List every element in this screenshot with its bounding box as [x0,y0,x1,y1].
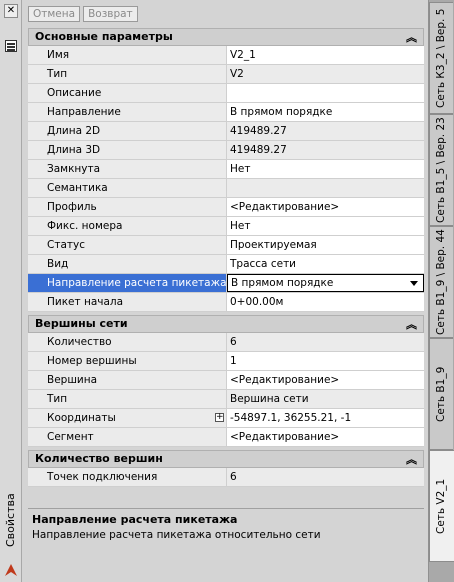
tab-network-b1-9-ver[interactable]: Сеть В1_9 \ Вер. 44 [429,226,453,338]
property-row-selected[interactable]: Направление расчета пикетажа В прямом по… [28,274,424,293]
property-row[interactable]: Имя V2_1 [28,46,424,65]
left-strip: ✕ Свойства [0,0,22,582]
property-value: 6 [227,333,424,351]
property-value[interactable]: Проектируемая [227,236,424,254]
property-row[interactable]: Статус Проектируемая [28,236,424,255]
property-row[interactable]: Длина 2D 419489.27 [28,122,424,141]
property-value[interactable]: <Редактирование> [227,371,424,389]
tab-network-b1-5[interactable]: Сеть В1_5 \ Вер. 23 [429,114,453,226]
section-header[interactable]: Вершины сети ︽ [28,315,424,333]
property-value[interactable]: 1 [227,352,424,370]
property-name: Длина 2D [28,122,227,140]
collapse-chevron-icon[interactable]: ︽ [406,317,417,333]
document-tabs: Сеть К3_2 \ Вер. 5 Сеть В1_5 \ Вер. 23 С… [429,0,454,582]
property-value[interactable]: 0+00.00м [227,293,424,311]
close-icon[interactable]: ✕ [4,4,18,18]
property-row[interactable]: Номер вершины 1 [28,352,424,371]
description-text: Направление расчета пикетажа относительн… [32,529,321,541]
property-name: Семантика [28,179,227,197]
property-name: Статус [28,236,227,254]
property-value[interactable]: Нет [227,160,424,178]
property-value: 419489.27 [227,141,424,159]
property-name: Направление [28,103,227,121]
property-row[interactable]: Тип V2 [28,65,424,84]
property-value: 419489.27 [227,122,424,140]
property-name: Имя [28,46,227,64]
property-name: Сегмент [28,428,227,446]
property-value[interactable] [227,84,424,102]
property-name: Вершина [28,371,227,389]
property-name-text: Координаты [47,412,116,424]
section-header[interactable]: Количество вершин ︽ [28,450,424,468]
section-network-vertices: Вершины сети ︽ Количество 6 Номер вершины… [28,315,424,447]
property-name: Описание [28,84,227,102]
property-name: Пикет начала [28,293,227,311]
property-row[interactable]: Тип Вершина сети [28,390,424,409]
property-row[interactable]: Вид Трасса сети [28,255,424,274]
property-name: Профиль [28,198,227,216]
description-title: Направление расчета пикетажа [32,513,238,526]
property-name: Количество [28,333,227,351]
property-name: Координаты + [28,409,227,427]
cancel-button[interactable]: Отмена [28,6,81,22]
property-row[interactable]: Семантика [28,179,424,198]
property-name: Фикс. номера [28,217,227,235]
property-row[interactable]: Фикс. номера Нет [28,217,424,236]
app-logo-icon [5,564,17,576]
property-name: Замкнута [28,160,227,178]
property-row[interactable]: Замкнута Нет [28,160,424,179]
property-name: Направление расчета пикетажа [28,274,227,292]
property-row[interactable]: Вершина <Редактирование> [28,371,424,390]
section-title: Количество вершин [35,452,163,465]
property-name: Длина 3D [28,141,227,159]
description-pane: Направление расчета пикетажа Направление… [28,508,424,576]
property-name: Тип [28,65,227,83]
tab-network-v2-1[interactable]: Сеть V2_1 [429,450,454,562]
back-button[interactable]: Возврат [83,6,138,22]
property-row[interactable]: Сегмент <Редактирование> [28,428,424,447]
property-row[interactable]: Точек подключения 6 [28,468,424,487]
section-header[interactable]: Основные параметры ︽ [28,28,424,46]
dropdown-value: В прямом порядке [231,277,334,289]
section-title: Основные параметры [35,30,173,43]
expand-plus-icon[interactable]: + [215,413,224,422]
property-name: Тип [28,390,227,408]
property-value[interactable]: Нет [227,217,424,235]
property-name: Номер вершины [28,352,227,370]
property-value: V2 [227,65,424,83]
property-name: Точек подключения [28,468,227,486]
section-main-params: Основные параметры ︽ Имя V2_1 Тип V2 Описа… [28,28,424,312]
property-row[interactable]: Длина 3D 419489.27 [28,141,424,160]
property-value[interactable]: -54897.1, 36255.21, -1 [227,409,424,427]
tab-network-k3-2[interactable]: Сеть К3_2 \ Вер. 5 [429,2,453,114]
property-row[interactable]: Описание [28,84,424,103]
property-dropdown[interactable]: В прямом порядке [227,274,424,292]
property-row[interactable]: Направление В прямом порядке [28,103,424,122]
property-row[interactable]: Профиль <Редактирование> [28,198,424,217]
property-value [227,179,424,197]
property-value: 6 [227,468,424,486]
property-value: Вершина сети [227,390,424,408]
property-value[interactable]: <Редактирование> [227,428,424,446]
property-name: Вид [28,255,227,273]
property-row[interactable]: Координаты + -54897.1, 36255.21, -1 [28,409,424,428]
property-row[interactable]: Пикет начала 0+00.00м [28,293,424,312]
property-row[interactable]: Количество 6 [28,333,424,352]
property-value[interactable]: Трасса сети [227,255,424,273]
properties-grid-icon[interactable] [5,40,17,52]
properties-panel: Отмена Возврат Основные параметры ︽ Имя V… [22,0,429,582]
section-title: Вершины сети [35,317,128,330]
collapse-chevron-icon[interactable]: ︽ [406,30,417,46]
section-vertex-count: Количество вершин ︽ Точек подключения 6 [28,450,424,487]
tab-network-b1-9[interactable]: Сеть В1_9 [429,338,453,450]
property-value[interactable]: <Редактирование> [227,198,424,216]
property-value[interactable]: В прямом порядке [227,103,424,121]
property-grid: Основные параметры ︽ Имя V2_1 Тип V2 Описа… [28,28,424,490]
dropdown-arrow-icon[interactable] [407,276,421,290]
toolbar: Отмена Возврат [28,6,138,24]
property-value[interactable]: V2_1 [227,46,424,64]
panel-title-vertical: Свойства [4,493,17,547]
collapse-chevron-icon[interactable]: ︽ [406,452,417,468]
